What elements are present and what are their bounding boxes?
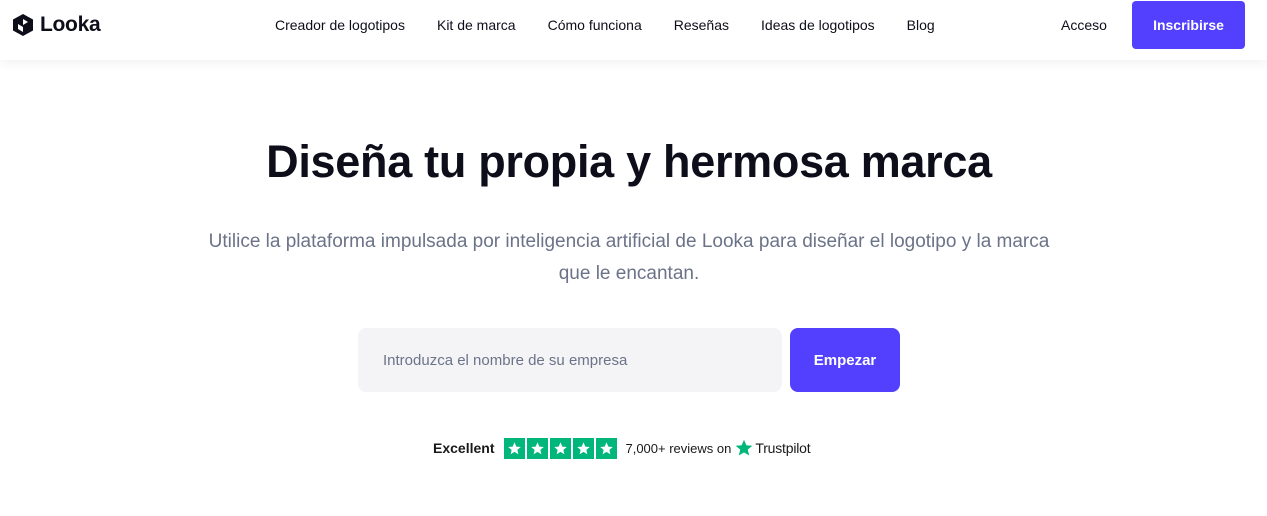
nav-blog[interactable]: Blog (907, 17, 935, 33)
company-name-input[interactable] (358, 328, 782, 392)
nav-how-it-works[interactable]: Cómo funciona (548, 17, 642, 33)
looka-logo-icon (13, 14, 33, 36)
nav-logo-maker[interactable]: Creador de logotipos (275, 17, 405, 33)
start-button[interactable]: Empezar (790, 328, 900, 392)
site-header: Looka Creador de logotipos Kit de marca … (0, 0, 1267, 60)
nav-logo-ideas[interactable]: Ideas de logotipos (761, 17, 875, 33)
star-icon (573, 437, 595, 459)
trustpilot-logo-star-icon (735, 439, 753, 457)
star-icon (550, 437, 572, 459)
nav-brand-kit[interactable]: Kit de marca (437, 17, 516, 33)
main-nav: Creador de logotipos Kit de marca Cómo f… (275, 0, 967, 50)
login-link[interactable]: Acceso (1061, 17, 1107, 33)
brand-logo[interactable]: Looka (12, 13, 101, 37)
signup-button[interactable]: Inscribirse (1132, 1, 1245, 49)
trustpilot-widget[interactable]: Excellent 7,000+ reviews on Trustpilot (433, 437, 811, 459)
trustpilot-brand: Trustpilot (755, 440, 811, 456)
trustpilot-stars (504, 437, 618, 459)
nav-reviews[interactable]: Reseñas (674, 17, 729, 33)
hero-subtitle: Utilice la plataforma impulsada por inte… (208, 231, 1050, 284)
hero-title: Diseña tu propia y hermosa marca (266, 136, 992, 187)
trustpilot-rating-label: Excellent (433, 440, 495, 456)
star-icon (596, 437, 618, 459)
brand-name: Looka (40, 13, 101, 36)
star-icon (504, 437, 526, 459)
trustpilot-reviews-count: 7,000+ reviews on (625, 440, 732, 456)
star-icon (527, 437, 549, 459)
